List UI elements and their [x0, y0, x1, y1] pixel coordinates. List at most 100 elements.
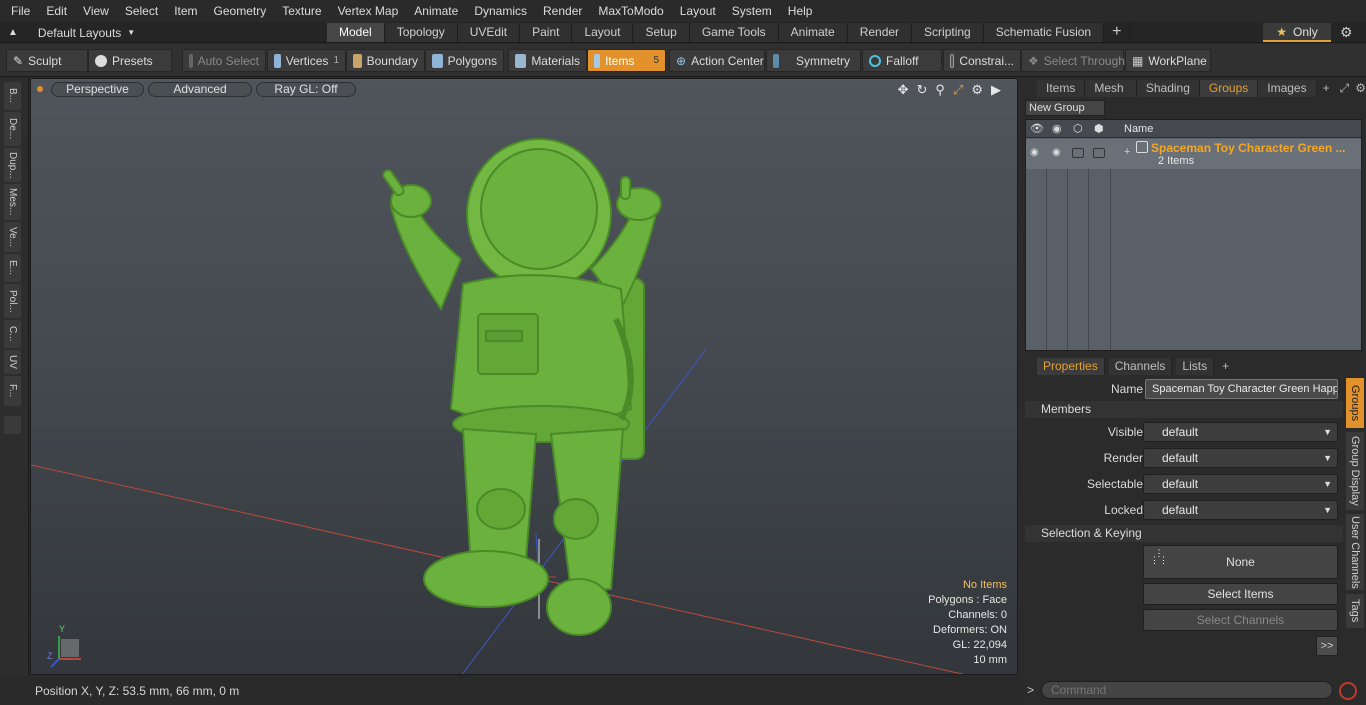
tab-game-tools[interactable]: Game Tools — [689, 23, 779, 42]
row-render-icon[interactable]: ◉ — [1052, 147, 1061, 158]
tab-channels[interactable]: Channels — [1108, 358, 1173, 375]
render-dropdown[interactable]: default ▼ — [1143, 448, 1338, 468]
play-icon[interactable]: ▶ — [991, 82, 1001, 98]
auto-select-button[interactable]: Auto Select — [182, 49, 266, 72]
tab-mesh[interactable]: Mesh ... — [1085, 79, 1137, 112]
menu-file[interactable]: File — [3, 4, 38, 18]
select-channels-button[interactable]: Select Channels — [1143, 609, 1338, 631]
menu-view[interactable]: View — [75, 4, 117, 18]
menu-system[interactable]: System — [724, 4, 780, 18]
side-tab-groups[interactable]: Groups — [1346, 378, 1364, 428]
materials-button[interactable]: Materials — [508, 49, 587, 72]
left-tab-polygon[interactable]: Pol... — [4, 284, 21, 318]
layouts-dropdown[interactable]: ▲ Default Layouts ▼ — [8, 24, 135, 41]
name-field[interactable]: Spaceman Toy Character Green Happ — [1145, 379, 1338, 399]
view-mode-button[interactable]: Perspective — [51, 81, 144, 97]
action-center-button[interactable]: ⊕ Action Center — [669, 49, 765, 72]
constraints-button[interactable]: Constrai... — [943, 49, 1021, 72]
name-column-header[interactable]: Name — [1124, 123, 1153, 135]
tab-paint[interactable]: Paint — [520, 23, 573, 42]
group-row[interactable]: ◉ ◉ + Spaceman Toy Character Green ... 2… — [1026, 139, 1361, 169]
new-group-button[interactable]: New Group — [1025, 100, 1105, 116]
tab-setup[interactable]: Setup — [633, 23, 690, 42]
visible-dropdown[interactable]: default ▼ — [1143, 422, 1338, 442]
tab-schematic-fusion[interactable]: Schematic Fusion — [983, 23, 1105, 42]
tab-lists[interactable]: Lists — [1176, 358, 1215, 375]
viewport-gear-icon[interactable]: ⚙ — [971, 82, 983, 98]
sculpt-button[interactable]: ✎ Sculpt — [6, 49, 88, 72]
tab-images[interactable]: Images — [1258, 79, 1317, 97]
left-tab-fusion[interactable]: F... — [4, 376, 21, 406]
tab-topology[interactable]: Topology — [384, 23, 458, 42]
tab-groups[interactable]: Groups — [1199, 79, 1259, 97]
menu-select[interactable]: Select — [117, 4, 166, 18]
row-select-checkbox[interactable] — [1072, 148, 1084, 158]
tab-animate[interactable]: Animate — [778, 23, 848, 42]
tab-shading[interactable]: Shading — [1136, 79, 1200, 97]
raygl-button[interactable]: Ray GL: Off — [256, 81, 356, 97]
menu-geometry[interactable]: Geometry — [206, 4, 275, 18]
locked-dropdown[interactable]: default ▼ — [1143, 500, 1338, 520]
zoom-view-icon[interactable]: ⚲ — [935, 82, 945, 98]
tab-scripting[interactable]: Scripting — [912, 23, 984, 42]
expand-panel-icon[interactable]: ⤢ — [1340, 81, 1350, 96]
menu-dynamics[interactable]: Dynamics — [466, 4, 535, 18]
tab-model[interactable]: Model — [327, 23, 385, 42]
tab-layout[interactable]: Layout — [572, 23, 634, 42]
left-tab-deform[interactable]: De... — [4, 112, 21, 146]
left-tab-toggle[interactable] — [4, 416, 21, 434]
command-input[interactable] — [1041, 681, 1333, 699]
add-properties-tab-button[interactable]: + — [1222, 358, 1229, 375]
left-tab-uv[interactable]: UV — [4, 350, 21, 374]
selectable-dropdown[interactable]: default ▼ — [1143, 474, 1338, 494]
more-button[interactable]: >> — [1316, 636, 1338, 656]
only-button[interactable]: ★ Only — [1263, 23, 1331, 42]
move-view-icon[interactable]: ✥ — [898, 82, 909, 98]
maximize-view-icon[interactable]: ⤢ — [953, 82, 963, 98]
select-column-icon[interactable]: ⬡ — [1073, 122, 1083, 135]
select-through-button[interactable]: ❖ Select Through — [1021, 49, 1125, 72]
members-section[interactable]: Members — [1025, 401, 1343, 418]
vertices-button[interactable]: Vertices 1 — [267, 49, 346, 72]
falloff-button[interactable]: Falloff — [862, 49, 942, 72]
symmetry-button[interactable]: Symmetry — [766, 49, 861, 72]
left-tab-edge[interactable]: E... — [4, 254, 21, 282]
items-button[interactable]: Items 5 — [587, 49, 666, 72]
shading-mode-button[interactable]: Advanced — [148, 81, 252, 97]
left-tab-curve[interactable]: C... — [4, 320, 21, 348]
polygons-button[interactable]: Polygons — [425, 49, 504, 72]
eye-column-icon[interactable]: 👁 — [1030, 122, 1044, 135]
tab-uvedit[interactable]: UVEdit — [457, 23, 521, 42]
side-tab-tags[interactable]: Tags — [1346, 594, 1364, 628]
row-eye-icon[interactable]: ◉ — [1030, 147, 1039, 158]
collapse-icon[interactable]: ▲ — [8, 27, 18, 38]
3d-viewport[interactable]: Z Y Perspective Advanced Ray GL: Off ✥ ↻… — [30, 78, 1018, 675]
side-tab-user-channels[interactable]: User Channels — [1346, 514, 1364, 590]
menu-edit[interactable]: Edit — [38, 4, 75, 18]
viewport-menu-dot[interactable] — [37, 86, 43, 92]
add-panel-tab-button[interactable]: + — [1323, 81, 1330, 95]
menu-animate[interactable]: Animate — [406, 4, 466, 18]
menu-layout[interactable]: Layout — [672, 4, 724, 18]
record-icon[interactable] — [1339, 682, 1357, 700]
add-tab-button[interactable]: + — [1104, 23, 1131, 42]
side-tab-group-display[interactable]: Group Display — [1346, 432, 1364, 510]
workplane-button[interactable]: ▦ WorkPlane — [1125, 49, 1211, 72]
left-tab-basic[interactable]: B... — [4, 82, 21, 110]
panel-gear-icon[interactable]: ⚙ — [1355, 81, 1366, 95]
row-lock-checkbox[interactable] — [1093, 148, 1105, 158]
selection-keying-section[interactable]: Selection & Keying — [1025, 525, 1343, 542]
tab-items[interactable]: Items — [1037, 79, 1086, 97]
rotate-view-icon[interactable]: ↻ — [917, 82, 928, 98]
gear-icon[interactable]: ⚙ — [1340, 24, 1353, 41]
menu-render[interactable]: Render — [535, 4, 590, 18]
menu-item[interactable]: Item — [166, 4, 205, 18]
left-tab-mesh-edit[interactable]: Mes... — [4, 184, 21, 220]
menu-vertex-map[interactable]: Vertex Map — [330, 4, 407, 18]
lock-column-icon[interactable]: ⬢ — [1094, 122, 1104, 135]
expand-icon[interactable]: + — [1124, 146, 1130, 158]
presets-button[interactable]: Presets — [88, 49, 172, 72]
menu-texture[interactable]: Texture — [274, 4, 329, 18]
select-items-button[interactable]: Select Items — [1143, 583, 1338, 605]
tab-render[interactable]: Render — [847, 23, 913, 42]
